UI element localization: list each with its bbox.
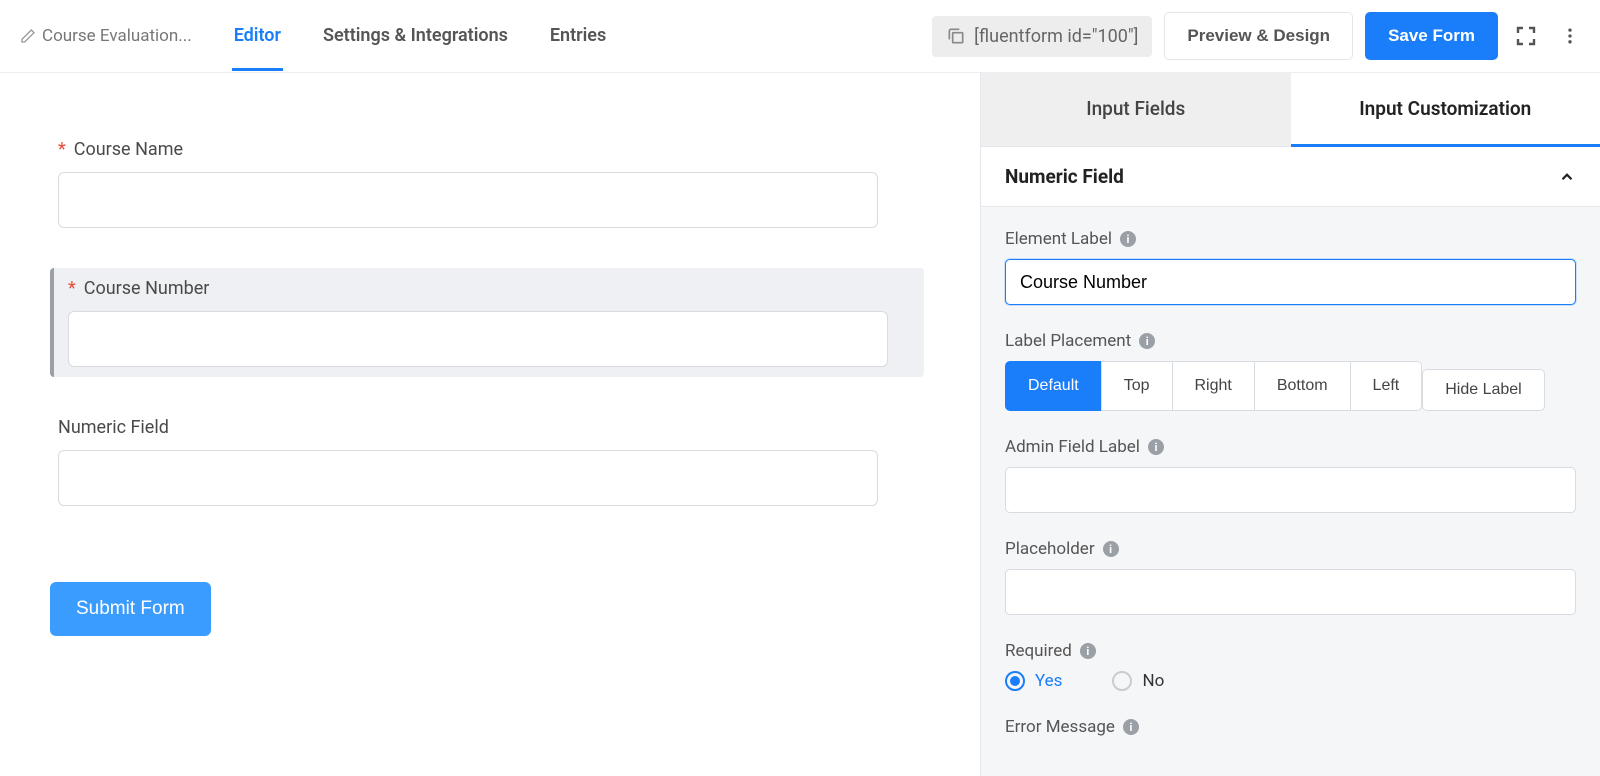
topbar-right: [fluentform id="100"] Preview & Design S… — [932, 12, 1586, 60]
ctl-label-text: Element Label — [1005, 229, 1112, 249]
main: * Course Name * Course Number Numeric Fi… — [0, 73, 1600, 776]
tab-entries[interactable]: Entries — [548, 1, 608, 71]
chevron-up-icon — [1558, 168, 1576, 186]
info-icon[interactable]: i — [1080, 643, 1096, 659]
required-star-icon: * — [68, 278, 76, 299]
radio-icon — [1112, 671, 1132, 691]
ctl-label: Element Label i — [1005, 229, 1576, 249]
sidebar-tab-input-customization[interactable]: Input Customization — [1291, 73, 1600, 147]
field-label-text: Course Number — [84, 278, 210, 299]
form-field-numeric[interactable]: Numeric Field — [50, 407, 924, 516]
section-title: Numeric Field — [1005, 165, 1124, 188]
sidebar-tab-input-fields[interactable]: Input Fields — [981, 73, 1291, 147]
label-placement-group: Default Top Right Bottom Left Hide Label — [1005, 361, 1576, 411]
ctl-required: Required i Yes No — [1005, 641, 1576, 691]
field-label-text: Course Name — [74, 139, 183, 160]
field-label: Numeric Field — [58, 417, 920, 438]
radio-icon — [1005, 671, 1025, 691]
ctl-label-text: Placeholder — [1005, 539, 1095, 559]
submit-button[interactable]: Submit Form — [50, 582, 211, 636]
required-yes[interactable]: Yes — [1005, 671, 1062, 691]
required-star-icon: * — [58, 139, 66, 160]
element-label-input[interactable] — [1005, 259, 1576, 305]
ctl-label: Placeholder i — [1005, 539, 1576, 559]
ctl-label: Label Placement i — [1005, 331, 1576, 351]
shortcode-text: [fluentform id="100"] — [974, 26, 1138, 47]
more-vertical-icon — [1560, 26, 1580, 46]
more-menu-button[interactable] — [1554, 20, 1586, 52]
info-icon[interactable]: i — [1148, 439, 1164, 455]
form-canvas: * Course Name * Course Number Numeric Fi… — [0, 73, 980, 776]
section-header[interactable]: Numeric Field — [981, 147, 1600, 207]
placeholder-input[interactable] — [1005, 569, 1576, 615]
required-radio-group: Yes No — [1005, 671, 1576, 691]
info-icon[interactable]: i — [1139, 333, 1155, 349]
tab-editor[interactable]: Editor — [232, 1, 283, 71]
course-number-input[interactable] — [68, 311, 888, 367]
field-label: * Course Name — [58, 139, 920, 160]
form-field-course-name[interactable]: * Course Name — [50, 129, 924, 238]
nav-tabs: Editor Settings & Integrations Entries — [232, 1, 609, 71]
fullscreen-icon — [1514, 24, 1538, 48]
preview-design-button[interactable]: Preview & Design — [1164, 12, 1353, 60]
ctl-placeholder: Placeholder i — [1005, 539, 1576, 615]
ctl-element-label: Element Label i — [1005, 229, 1576, 305]
course-name-input[interactable] — [58, 172, 878, 228]
ctl-label-text: Admin Field Label — [1005, 437, 1140, 457]
copy-icon — [946, 26, 966, 46]
sidebar-tabs: Input Fields Input Customization — [981, 73, 1600, 147]
topbar: Course Evaluation... Editor Settings & I… — [0, 0, 1600, 73]
ctl-label-text: Label Placement — [1005, 331, 1131, 351]
ctl-label: Admin Field Label i — [1005, 437, 1576, 457]
seg-bottom[interactable]: Bottom — [1254, 361, 1351, 411]
ctl-admin-field-label: Admin Field Label i — [1005, 437, 1576, 513]
ctl-label: Required i — [1005, 641, 1576, 661]
field-label-text: Numeric Field — [58, 417, 169, 438]
required-no[interactable]: No — [1112, 671, 1164, 691]
ctl-label-placement: Label Placement i Default Top Right Bott… — [1005, 331, 1576, 411]
tab-settings[interactable]: Settings & Integrations — [321, 1, 510, 71]
fullscreen-button[interactable] — [1510, 20, 1542, 52]
radio-label: Yes — [1035, 671, 1062, 691]
panel-body: Element Label i Label Placement i Defaul… — [981, 207, 1600, 773]
seg-hide-label[interactable]: Hide Label — [1422, 369, 1545, 411]
ctl-label-text: Required — [1005, 641, 1072, 661]
info-icon[interactable]: i — [1123, 719, 1139, 735]
pencil-icon — [20, 28, 36, 44]
ctl-label: Error Message i — [1005, 717, 1576, 737]
shortcode-box[interactable]: [fluentform id="100"] — [932, 16, 1152, 57]
seg-default[interactable]: Default — [1005, 361, 1102, 411]
numeric-field-input[interactable] — [58, 450, 878, 506]
seg-top[interactable]: Top — [1101, 361, 1173, 411]
admin-field-label-input[interactable] — [1005, 467, 1576, 513]
seg-right[interactable]: Right — [1172, 361, 1255, 411]
save-form-button[interactable]: Save Form — [1365, 12, 1498, 60]
form-title-text: Course Evaluation... — [42, 26, 192, 46]
ctl-error-message: Error Message i — [1005, 717, 1576, 737]
form-field-course-number[interactable]: * Course Number — [50, 268, 924, 377]
field-label: * Course Number — [68, 278, 920, 299]
seg-left[interactable]: Left — [1350, 361, 1423, 411]
ctl-label-text: Error Message — [1005, 717, 1115, 737]
sidebar: Input Fields Input Customization Numeric… — [980, 73, 1600, 776]
radio-label: No — [1142, 671, 1164, 691]
info-icon[interactable]: i — [1103, 541, 1119, 557]
form-title[interactable]: Course Evaluation... — [20, 26, 192, 46]
info-icon[interactable]: i — [1120, 231, 1136, 247]
